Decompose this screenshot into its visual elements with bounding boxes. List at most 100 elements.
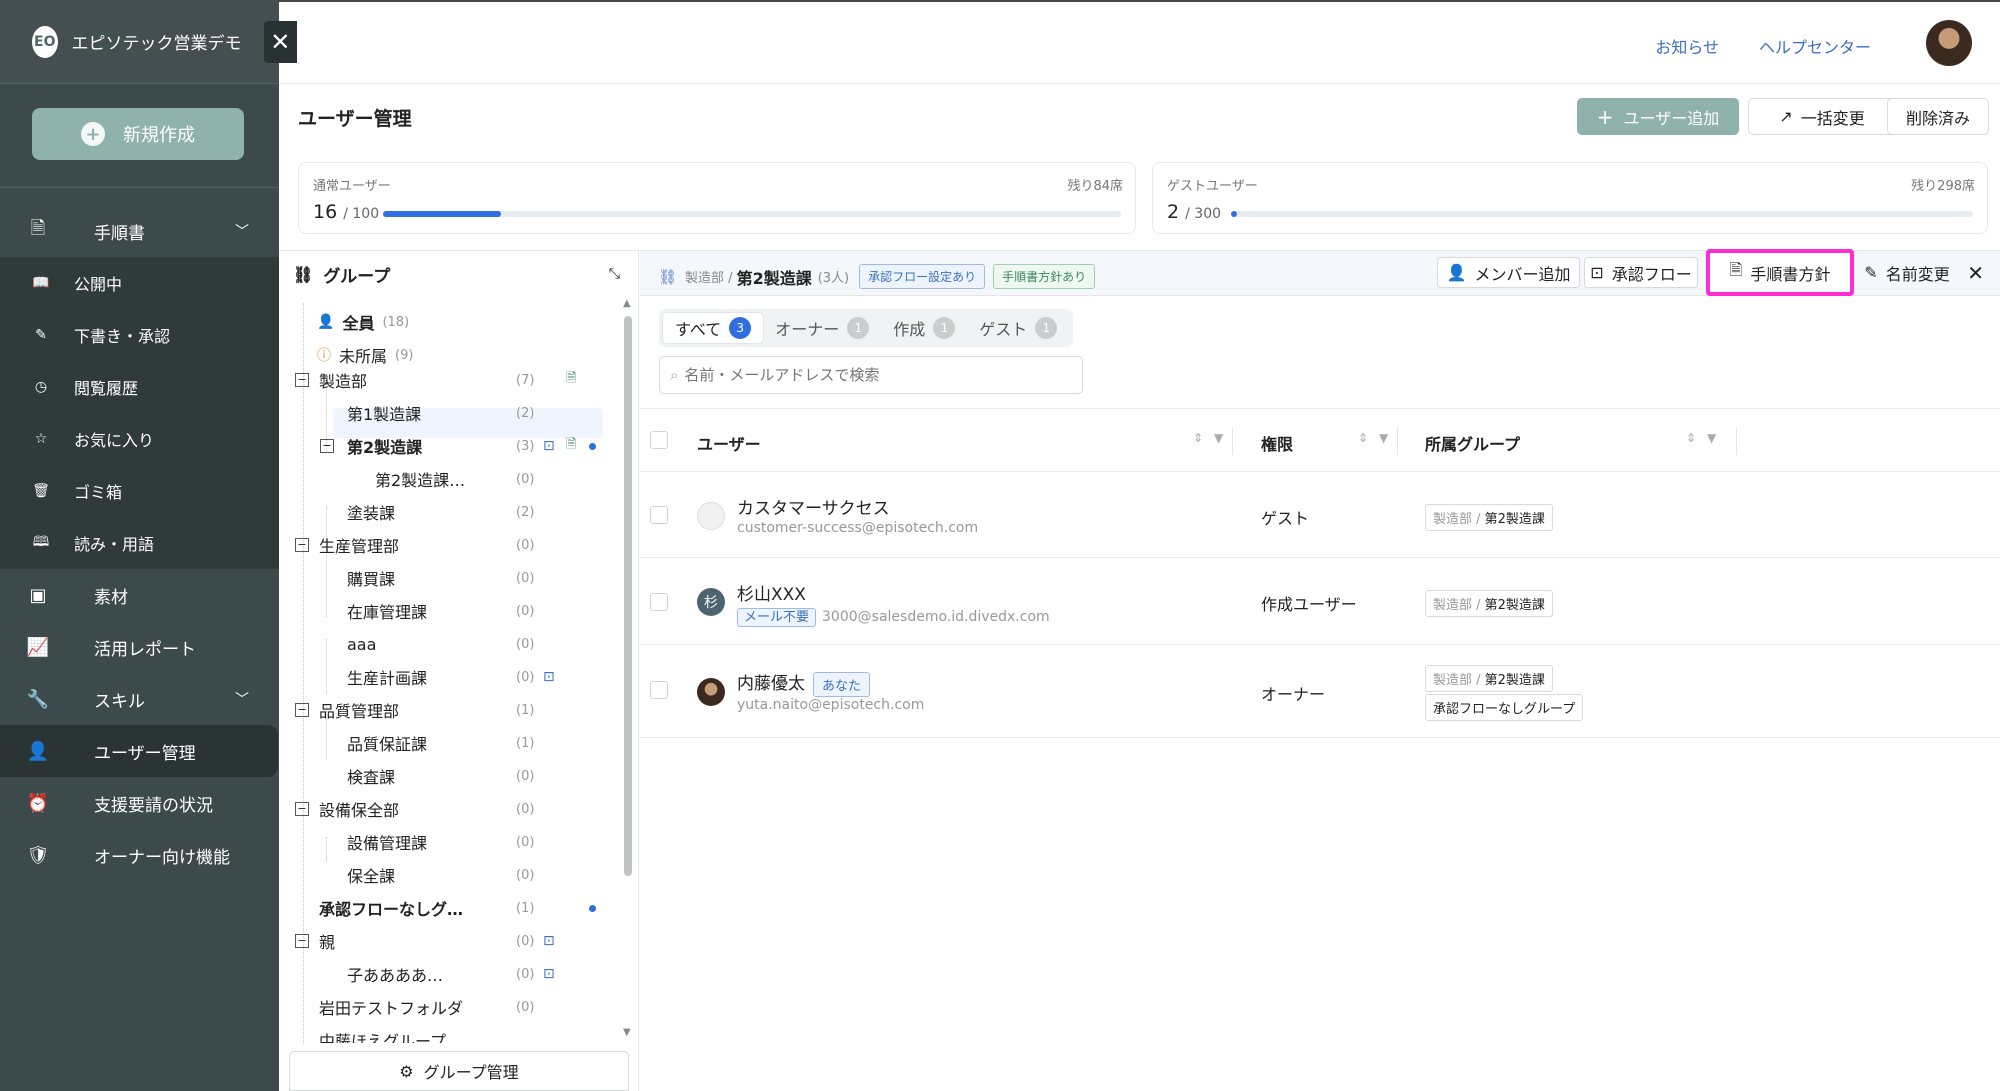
alarm-icon: ⏰ <box>26 792 50 814</box>
sort-icon[interactable]: ⇕ <box>1358 431 1368 445</box>
sidebar-item-drafts[interactable]: ✎ 下書き・承認 <box>0 309 279 361</box>
policy-button[interactable]: 🗎 手順書方針 <box>1706 249 1854 296</box>
group-tag: 製造部 / 第2製造課 <box>1425 504 1553 531</box>
notice-link[interactable]: お知らせ <box>1655 34 1719 58</box>
filter-icon[interactable]: ▼ <box>1379 431 1388 445</box>
collapse-toggle[interactable]: − <box>295 802 309 816</box>
collapse-toggle[interactable]: − <box>295 703 309 717</box>
tree-item[interactable]: 第1製造課 (2) <box>291 398 601 428</box>
close-icon[interactable]: ✕ <box>1967 261 1984 285</box>
group-management-button[interactable]: ⚙ グループ管理 <box>289 1051 629 1091</box>
tree-item[interactable]: 在庫管理課 (0) <box>291 596 601 626</box>
filter-icon[interactable]: ▼ <box>1707 431 1716 445</box>
tree-item[interactable]: 検査課 (0) <box>291 761 601 791</box>
scrollbar[interactable] <box>624 316 632 876</box>
tree-item[interactable]: − 生産管理部 (0) <box>291 530 601 560</box>
tree-item[interactable]: 承認フローなしグ… (1) <box>291 893 601 923</box>
sidebar-section-user-management[interactable]: 👤 ユーザー管理 <box>0 725 278 777</box>
row-checkbox[interactable] <box>650 593 668 611</box>
tree-item-selected[interactable]: − 第2製造課 (3) ⊡ 🗎 <box>291 431 601 461</box>
sidebar-section-manuals[interactable]: 🗎 手順書 ﹀ <box>0 205 279 257</box>
sort-icon[interactable]: ⇕ <box>1686 431 1696 445</box>
tree-item[interactable]: aaa (0) <box>291 629 601 659</box>
tab-creator[interactable]: 作成 1 <box>881 313 967 343</box>
quota-label: ゲストユーザー <box>1167 179 1258 194</box>
add-member-button[interactable]: 👤 メンバー追加 <box>1437 257 1580 288</box>
filter-icon[interactable]: ▼ <box>1214 431 1223 445</box>
scroll-up-arrow[interactable]: ▲ <box>623 298 631 309</box>
tree-item[interactable]: 品質保証課 (1) <box>291 728 601 758</box>
approval-flow-button[interactable]: ⊡ 承認フロー <box>1584 257 1698 288</box>
tree-item[interactable]: 設備管理課 (0) <box>291 827 601 857</box>
normal-user-quota: 通常ユーザー 残り84席 16 / 100 <box>298 162 1136 234</box>
tab-all[interactable]: すべて 3 <box>663 313 764 343</box>
add-user-button[interactable]: + ユーザー追加 <box>1577 98 1739 135</box>
tree-item[interactable]: 子ああああ… (0) ⊡ <box>291 959 601 989</box>
collapse-icon[interactable]: ⤡ <box>609 266 620 282</box>
sidebar-section-skills[interactable]: 🔧 スキル ﹀ <box>0 673 279 725</box>
chevron-down-icon: ﹀ <box>235 224 249 240</box>
sidebar-item-history[interactable]: ◷ 閲覧履歴 <box>0 361 279 413</box>
tab-label: すべて <box>675 320 722 339</box>
edit-icon: ↗ <box>1779 107 1793 126</box>
table-header: ユーザー ⇕ ▼ 権限 ⇕ ▼ 所属グループ ⇕ ▼ <box>640 408 2000 472</box>
tree-item-all[interactable]: 👤 全員 (18) <box>291 307 601 337</box>
sort-icon[interactable]: ⇕ <box>1193 431 1203 445</box>
sidebar-item-favorites[interactable]: ☆ お気に入り <box>0 413 279 465</box>
sidebar-section-reports[interactable]: 📈 活用レポート <box>0 621 279 673</box>
users-icon: 👤 <box>317 314 335 330</box>
collapse-toggle[interactable]: − <box>295 934 309 948</box>
sidebar-item-glossary[interactable]: 🕮 読み・用語 <box>0 517 279 569</box>
column-header-role[interactable]: 権限 <box>1261 431 1293 455</box>
row-checkbox[interactable] <box>650 506 668 524</box>
user-role: ゲスト <box>1261 509 1310 528</box>
tree-item[interactable]: 第2製造課… (0) <box>291 464 601 494</box>
sidebar-section-materials[interactable]: ▣ 素材 <box>0 569 279 621</box>
sidebar-section-label: オーナー向け機能 <box>94 847 230 868</box>
tree-item[interactable]: 購買課 (0) <box>291 563 601 593</box>
column-header-group[interactable]: 所属グループ <box>1425 431 1520 455</box>
user-avatar[interactable] <box>1926 20 1972 66</box>
deleted-users-button[interactable]: 削除済み <box>1887 98 1989 135</box>
tree-item[interactable]: − 親 (0) ⊡ <box>291 926 601 956</box>
sidebar-item-trash[interactable]: 🗑 ゴミ箱 <box>0 465 279 517</box>
sidebar-section-owner-features[interactable]: 🛡 オーナー向け機能 <box>0 829 279 881</box>
select-all-checkbox[interactable] <box>650 431 668 449</box>
scroll-down-arrow[interactable]: ▼ <box>623 1027 631 1038</box>
search-input[interactable] <box>684 366 1065 384</box>
tree-item[interactable]: − 設備保全部 (0) <box>291 794 601 824</box>
sidebar-item-published[interactable]: 📖 公開中 <box>0 257 279 309</box>
table-row[interactable]: 杉 杉山XXX メール不要 3000@salesdemo.id.divedx.co… <box>640 558 2000 645</box>
tree-item[interactable]: 保全課 (0) <box>291 860 601 890</box>
rename-button[interactable]: ✎ 名前変更 <box>1852 257 1962 288</box>
approval-flow-icon: ⊡ <box>543 933 555 949</box>
tree-item[interactable]: − 品質管理部 (1) <box>291 695 601 725</box>
bulk-change-button[interactable]: ↗ 一括変更 <box>1748 98 1896 135</box>
tree-item[interactable]: 生産計画課 (0) ⊡ <box>291 662 601 692</box>
deleted-label: 削除済み <box>1905 108 1970 128</box>
breadcrumb-parent[interactable]: 製造部 / <box>685 267 733 286</box>
quota-progress-fill <box>1231 211 1237 217</box>
row-checkbox[interactable] <box>650 681 668 699</box>
tree-item[interactable]: 塗装課 (2) <box>291 497 601 527</box>
tree-item[interactable]: 中藤ほえグループ <box>291 1025 601 1043</box>
add-user-label: ユーザー追加 <box>1623 108 1720 128</box>
table-row[interactable]: カスタマーサクセス customer-success@episotech.com… <box>640 472 2000 558</box>
quota-used: 2 <box>1167 201 1180 223</box>
tab-guest[interactable]: ゲスト 1 <box>967 313 1069 343</box>
tree-item[interactable]: − 製造部 (7) 🗎 <box>291 365 601 395</box>
tab-owner[interactable]: オーナー 1 <box>763 313 881 343</box>
document-icon: 🗎 <box>1729 260 1743 279</box>
sidebar-section-label: スキル <box>94 691 145 712</box>
help-center-link[interactable]: ヘルプセンター <box>1759 34 1871 58</box>
tree-item-count: (0) <box>516 471 535 487</box>
collapse-toggle[interactable]: − <box>295 373 309 387</box>
column-header-user[interactable]: ユーザー <box>697 431 761 455</box>
tree-item[interactable]: 岩田テストフォルダ (0) <box>291 992 601 1022</box>
table-row[interactable]: 内藤優太 あなた yuta.naito@episotech.com オーナー 製造… <box>640 645 2000 738</box>
collapse-toggle[interactable]: − <box>295 538 309 552</box>
sidebar-section-support-requests[interactable]: ⏰ 支援要請の状況 <box>0 777 279 829</box>
new-create-button[interactable]: + 新規作成 <box>32 108 244 160</box>
org-name: エピソテック営業デモ <box>71 34 242 54</box>
collapse-toggle[interactable]: − <box>320 439 334 453</box>
